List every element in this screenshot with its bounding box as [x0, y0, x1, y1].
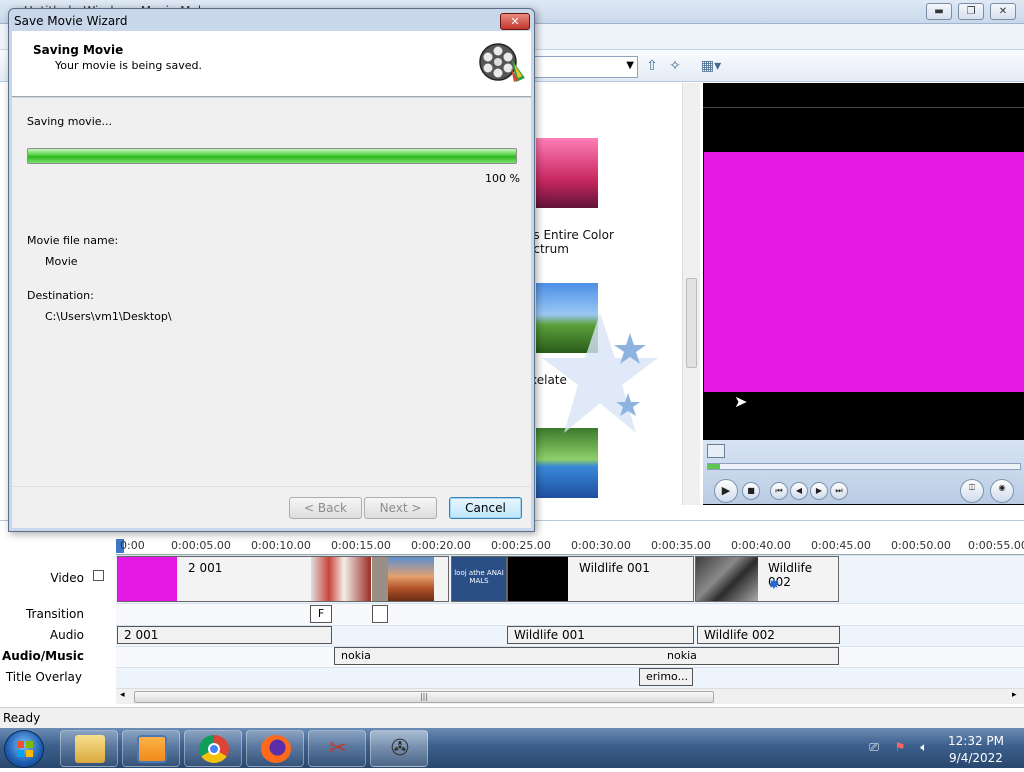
scroll-thumb[interactable]: |||: [134, 691, 714, 703]
taskbar-firefox[interactable]: [246, 730, 304, 767]
system-clock[interactable]: 12:32 PM 9/4/2022: [936, 733, 1016, 767]
fast-forward-icon[interactable]: ⏭: [830, 482, 848, 500]
folder-icon: [75, 735, 105, 763]
dialog-header-title: Saving Movie: [33, 43, 124, 57]
music-clip[interactable]: nokia nokia: [334, 647, 839, 665]
audio-clip[interactable]: 2 001: [117, 626, 332, 644]
destination-label: Destination:: [27, 289, 94, 302]
new-folder-icon[interactable]: ✧: [665, 56, 685, 76]
ruler-tick: 0:00:45.00: [811, 539, 871, 552]
title-overlay-track[interactable]: [116, 667, 1024, 688]
ruler-tick: 0:00:40.00: [731, 539, 791, 552]
network-icon[interactable]: ⎚: [866, 740, 882, 756]
destination-value: C:\Users\vm1\Desktop\: [45, 310, 172, 323]
scroll-right-icon[interactable]: ▸: [1012, 690, 1017, 700]
ruler-tick: 0:00:25.00: [491, 539, 551, 552]
fullscreen-icon[interactable]: [707, 444, 725, 458]
audio-clip[interactable]: Wildlife 001: [507, 626, 694, 644]
rewind-icon[interactable]: ⏮: [770, 482, 788, 500]
audio-clip[interactable]: Wildlife 002: [697, 626, 840, 644]
taskbar-snipping-tool[interactable]: ✂: [308, 730, 366, 767]
dialog-header-subtitle: Your movie is being saved.: [55, 59, 203, 72]
progress-percent: 100 %: [485, 172, 520, 185]
action-center-icon[interactable]: ⚑: [892, 740, 908, 756]
collapse-video-button[interactable]: [93, 570, 104, 581]
snapshot-icon[interactable]: ◉: [990, 479, 1014, 503]
video-clip[interactable]: Wildlife 001: [507, 556, 694, 602]
scissors-icon: ✂: [328, 736, 348, 761]
track-label-audio: Audio: [49, 628, 84, 642]
file-name-label: Movie file name:: [27, 234, 119, 247]
firefox-icon: [261, 735, 291, 763]
collection-dropdown[interactable]: ▼: [520, 56, 638, 78]
film-reel-icon: [479, 43, 525, 82]
scroll-left-icon[interactable]: ◂: [120, 690, 125, 700]
split-icon[interactable]: ⎅: [960, 479, 984, 503]
transition-marker[interactable]: [372, 605, 388, 623]
dialog-close-button[interactable]: ✕: [500, 13, 530, 30]
effects-scrollbar[interactable]: [682, 83, 700, 505]
up-folder-icon[interactable]: ⇧: [642, 56, 662, 76]
transition-marker[interactable]: F: [310, 605, 332, 623]
ruler-tick: 0:00:35.00: [651, 539, 711, 552]
ruler-tick: 0:00:10.00: [251, 539, 311, 552]
effects-pane: es Entire Color ectrum xelate: [520, 83, 700, 505]
views-icon[interactable]: ▦▾: [698, 56, 724, 76]
timeline-scrollbar[interactable]: ◂ ||| ▸: [116, 688, 1024, 704]
previous-frame-icon[interactable]: ◀: [790, 482, 808, 500]
save-progress-bar: [27, 148, 517, 164]
mouse-cursor-icon: ➤: [734, 392, 748, 411]
minimize-button[interactable]: ▬: [926, 3, 952, 20]
ruler-tick: 0:00:50.00: [891, 539, 951, 552]
chrome-icon: [199, 735, 229, 763]
media-player-icon: [137, 735, 167, 763]
ruler-tick: 0:00:05.00: [171, 539, 231, 552]
film-reel-icon: ✇: [390, 736, 410, 761]
track-label-video: Video: [50, 571, 84, 585]
video-clip[interactable]: 2 001: [117, 556, 449, 602]
video-clip[interactable]: Wildlife 002 ✸: [695, 556, 839, 602]
ruler-tick: 0:00:30.00: [571, 539, 631, 552]
play-icon[interactable]: ▶: [714, 479, 738, 503]
file-name-value: Movie: [45, 255, 78, 268]
taskbar-explorer[interactable]: [60, 730, 118, 767]
effect-star-icon: ✸: [768, 577, 780, 593]
track-label-audio-music: Audio/Music: [1, 649, 84, 663]
ruler-tick: 0:00:15.00: [331, 539, 391, 552]
taskbar-chrome[interactable]: [184, 730, 242, 767]
effect-thumbnail[interactable]: [536, 138, 598, 208]
ruler-tick: 0:00:55.00: [968, 539, 1024, 552]
seek-bar[interactable]: [707, 463, 1021, 470]
next-frame-icon[interactable]: ▶: [810, 482, 828, 500]
track-label-transition: Transition: [25, 607, 84, 621]
volume-icon[interactable]: 🔈︎: [916, 740, 932, 756]
overlay-clip[interactable]: erimo...: [639, 668, 693, 686]
dialog-title: Save Movie Wizard: [14, 14, 128, 28]
ruler-tick: 0:00:20.00: [411, 539, 471, 552]
track-label-title-overlay: Title Overlay: [5, 670, 82, 684]
preview-frame: [704, 152, 1024, 392]
progress-fill: [28, 149, 516, 163]
close-window-button[interactable]: ✕: [990, 3, 1016, 20]
transition-track[interactable]: [116, 603, 1024, 625]
status-bar: Ready: [0, 707, 1024, 729]
clock-time: 12:32 PM: [948, 734, 1004, 748]
star-watermark-icon: [542, 313, 658, 433]
ruler-tick: 0:00: [120, 539, 145, 552]
video-clip[interactable]: looj athe ANAI MALS: [451, 556, 507, 602]
chevron-down-icon: ▼: [626, 60, 634, 71]
restore-button[interactable]: ❐: [958, 3, 984, 20]
windows-logo-icon: [17, 741, 33, 757]
stop-icon[interactable]: ■: [742, 482, 760, 500]
taskbar-movie-maker[interactable]: ✇: [370, 730, 428, 767]
effect-label: es Entire Color ectrum: [526, 228, 614, 256]
back-button[interactable]: < Back: [289, 497, 362, 519]
status-text: Ready: [3, 711, 41, 725]
next-button[interactable]: Next >: [364, 497, 437, 519]
cancel-button[interactable]: Cancel: [449, 497, 522, 519]
taskbar-media-player[interactable]: [122, 730, 180, 767]
start-button[interactable]: [4, 730, 44, 768]
saving-status-label: Saving movie...: [27, 115, 113, 128]
clock-date: 9/4/2022: [949, 751, 1003, 765]
